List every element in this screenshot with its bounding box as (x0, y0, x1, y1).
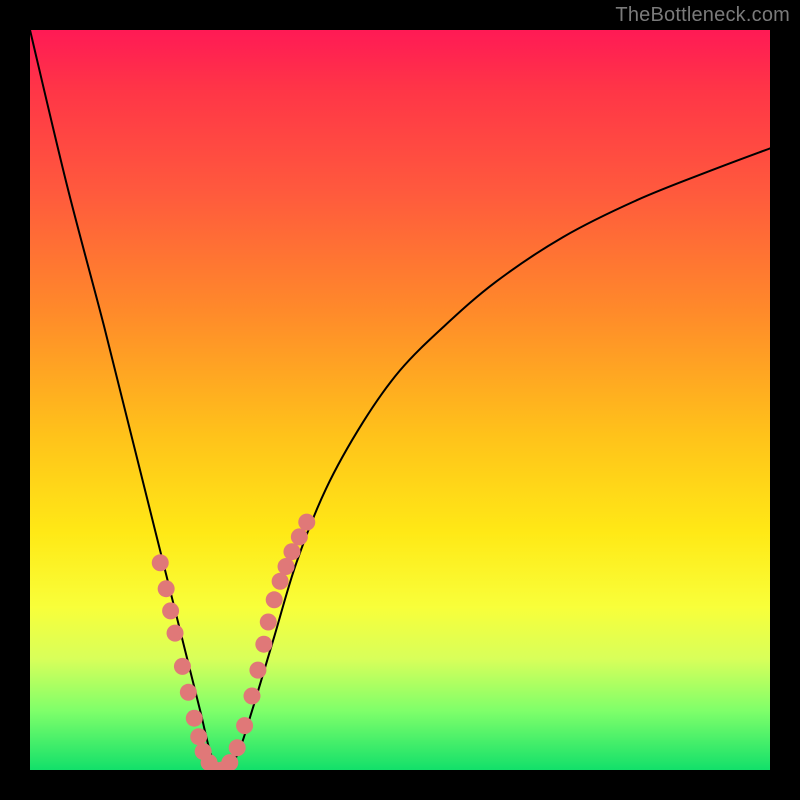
sample-point (174, 658, 191, 675)
sample-point (236, 717, 253, 734)
bottleneck-curve (30, 30, 770, 770)
sample-point (255, 636, 272, 653)
chart-frame: TheBottleneck.com (0, 0, 800, 800)
sample-point (266, 591, 283, 608)
sample-point (190, 728, 207, 745)
sample-point (278, 558, 295, 575)
sample-point (283, 543, 300, 560)
sample-point (244, 688, 261, 705)
sample-point (249, 662, 266, 679)
sample-point (167, 625, 184, 642)
sample-point (162, 602, 179, 619)
watermark-text: TheBottleneck.com (615, 4, 790, 27)
sample-point (291, 528, 308, 545)
sample-points (152, 514, 316, 770)
sample-point (152, 554, 169, 571)
sample-point (180, 684, 197, 701)
curve-layer (30, 30, 770, 770)
sample-point (272, 573, 289, 590)
sample-point (260, 614, 277, 631)
sample-point (298, 514, 315, 531)
sample-point (158, 580, 175, 597)
plot-area (30, 30, 770, 770)
sample-point (186, 710, 203, 727)
sample-point (229, 739, 246, 756)
